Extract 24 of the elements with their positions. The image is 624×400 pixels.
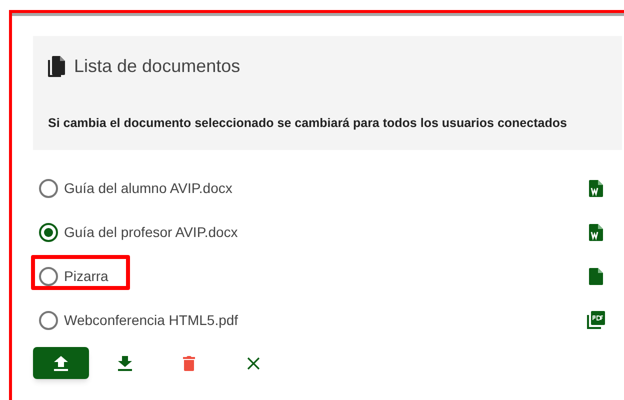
radio-button[interactable]: [39, 178, 58, 198]
documents-icon: [48, 56, 65, 77]
radio-button[interactable]: [39, 310, 58, 330]
document-name: Guía del profesor AVIP.docx: [64, 222, 238, 242]
notice-text: Si cambia el documento seleccionado se cambiará para todos los usuarios conectados: [48, 115, 568, 132]
close-icon: [246, 356, 260, 370]
radio-button[interactable]: [39, 266, 58, 286]
word-file-icon: [589, 224, 603, 240]
trash-icon: [183, 356, 195, 370]
document-option[interactable]: Guía del alumno AVIP.docx: [39, 178, 232, 198]
word-file-icon: [589, 180, 603, 196]
document-option[interactable]: Webconferencia HTML5.pdf: [39, 310, 238, 330]
document-option[interactable]: Pizarra: [39, 266, 108, 286]
document-option[interactable]: Guía del profesor AVIP.docx: [39, 222, 238, 242]
download-icon: [118, 356, 132, 370]
document-name: Guía del alumno AVIP.docx: [64, 178, 232, 198]
upload-button[interactable]: [33, 347, 89, 379]
pdf-icon: [587, 311, 605, 329]
radio-button[interactable]: [39, 222, 58, 242]
panel-title: Lista de documentos: [74, 55, 240, 78]
upload-icon: [54, 356, 68, 370]
file-icon: [589, 268, 603, 284]
document-name: Pizarra: [64, 266, 108, 286]
document-name: Webconferencia HTML5.pdf: [64, 310, 238, 330]
